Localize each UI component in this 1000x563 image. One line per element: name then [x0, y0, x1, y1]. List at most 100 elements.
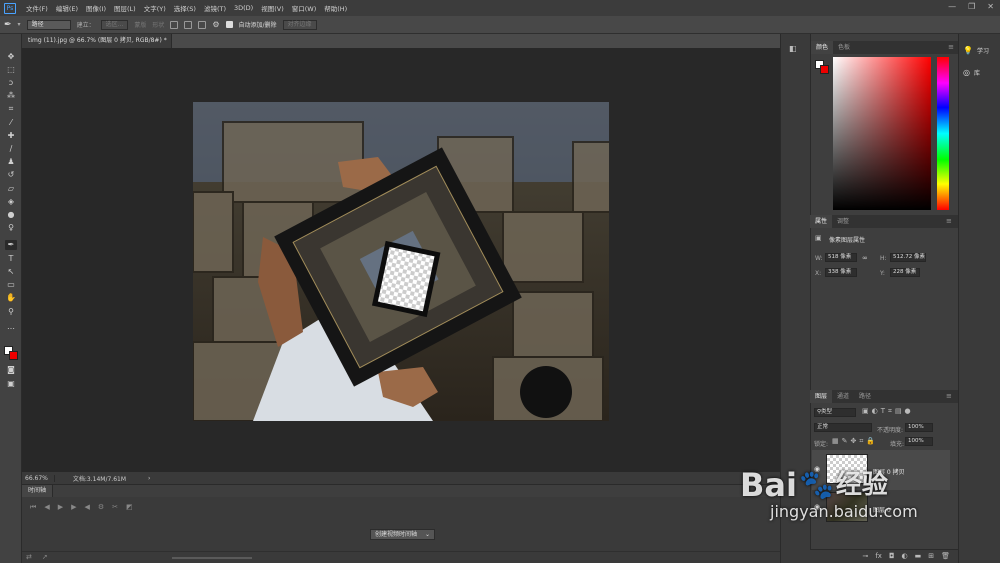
- close-window-button[interactable]: ✕: [987, 2, 994, 11]
- eyedropper-tool-icon[interactable]: ⁄: [5, 118, 17, 128]
- menu-edit[interactable]: 编辑(E): [52, 3, 82, 13]
- layer-filter-select[interactable]: ⚲类型: [814, 408, 856, 417]
- paint-bucket-tool-icon[interactable]: ◈: [5, 197, 17, 207]
- lasso-tool-icon[interactable]: ↄ: [5, 78, 17, 88]
- opacity-field[interactable]: 100%: [905, 423, 933, 432]
- quick-mask-icon[interactable]: ◙: [5, 365, 17, 375]
- tab-swatches[interactable]: 色板: [833, 41, 855, 54]
- menu-filter[interactable]: 滤镜(T): [200, 3, 230, 13]
- history-brush-tool-icon[interactable]: ↺: [5, 170, 17, 180]
- auto-add-delete-checkbox[interactable]: [225, 21, 233, 28]
- minimize-button[interactable]: —: [948, 2, 956, 11]
- gear-icon[interactable]: ⚙: [212, 20, 219, 29]
- hue-slider[interactable]: [937, 57, 949, 210]
- path-selection-tool-icon[interactable]: ↖: [5, 267, 17, 277]
- pen-tool-icon[interactable]: ✒: [4, 20, 12, 30]
- width-field[interactable]: 518 像素: [825, 253, 857, 262]
- path-arrangement-icon[interactable]: [198, 20, 207, 29]
- rectangle-tool-icon[interactable]: ▭: [5, 280, 17, 290]
- menu-view[interactable]: 视图(V): [257, 3, 288, 13]
- fill-field[interactable]: 100%: [905, 437, 933, 446]
- add-mask-icon[interactable]: ◘: [889, 550, 895, 563]
- previous-frame-icon[interactable]: ◀︎: [44, 503, 49, 511]
- blur-tool-icon[interactable]: ●: [5, 210, 17, 220]
- trash-icon[interactable]: 🗑: [941, 550, 950, 563]
- status-menu-arrow[interactable]: ›: [126, 475, 150, 482]
- zoom-level[interactable]: 66.67%: [22, 474, 55, 482]
- marquee-tool-icon[interactable]: ⬚: [5, 65, 17, 75]
- type-tool-icon[interactable]: T: [5, 254, 17, 264]
- first-frame-icon[interactable]: ⏮: [30, 503, 36, 512]
- dodge-tool-icon[interactable]: ♀: [5, 223, 17, 233]
- fx-icon[interactable]: fx: [875, 550, 882, 563]
- shape-button[interactable]: 形状: [152, 20, 164, 29]
- more-tools-icon[interactable]: …: [5, 322, 17, 332]
- height-field[interactable]: 512.72 像素: [890, 253, 926, 262]
- eraser-tool-icon[interactable]: ▱: [5, 184, 17, 194]
- transition-icon[interactable]: ◩: [126, 503, 133, 511]
- layer-filter-icons[interactable]: ▣◐T⌗▤●: [862, 407, 914, 416]
- clone-stamp-tool-icon[interactable]: ♟: [5, 157, 17, 167]
- zoom-tool-icon[interactable]: ⚲: [5, 307, 17, 317]
- tool-mode-select[interactable]: 路径: [26, 19, 71, 30]
- align-edges-button[interactable]: 对齐边缘: [282, 19, 317, 30]
- document-tab[interactable]: timg (11).jpg @ 66.7% (图层 0 拷贝, RGB/8#) …: [22, 34, 177, 48]
- link-icon[interactable]: ∞: [862, 254, 868, 262]
- adjustment-layer-icon[interactable]: ◐: [902, 550, 908, 563]
- blend-mode-select[interactable]: 正常: [814, 423, 872, 432]
- tab-paths[interactable]: 路径: [854, 390, 876, 403]
- tab-layers[interactable]: 图层: [810, 390, 833, 403]
- brush-tool-icon[interactable]: ∕: [5, 144, 17, 154]
- library-item[interactable]: ◎ 库: [963, 68, 980, 77]
- convert-animation-icon[interactable]: ⇄: [26, 553, 32, 561]
- new-group-icon[interactable]: ▬: [915, 550, 922, 563]
- render-video-icon[interactable]: ➚: [42, 553, 48, 561]
- menu-3d[interactable]: 3D(D): [230, 4, 257, 12]
- color-field[interactable]: [833, 57, 931, 210]
- healing-brush-tool-icon[interactable]: ✚: [5, 131, 17, 141]
- hand-tool-icon[interactable]: ✋: [5, 293, 17, 303]
- maximize-button[interactable]: ❐: [968, 2, 975, 11]
- next-frame-icon[interactable]: ▶︎: [71, 503, 76, 511]
- menu-help[interactable]: 帮助(H): [320, 3, 351, 13]
- settings-icon[interactable]: ⚙: [98, 503, 104, 511]
- zoom-slider[interactable]: [172, 557, 252, 559]
- crop-tool-icon[interactable]: ⌗: [5, 104, 17, 114]
- link-layers-icon[interactable]: ⊸: [862, 550, 868, 563]
- split-icon[interactable]: ✂: [112, 503, 118, 511]
- move-tool-icon[interactable]: ✥: [5, 52, 17, 62]
- menu-type[interactable]: 文字(Y): [140, 3, 170, 13]
- selection-button[interactable]: 选区...: [100, 19, 129, 30]
- magic-wand-tool-icon[interactable]: ⁂: [5, 91, 17, 101]
- tab-adjustments[interactable]: 调整: [832, 215, 854, 228]
- play-icon[interactable]: ▶︎: [58, 503, 63, 511]
- color-panel-background-swatch[interactable]: [820, 65, 829, 74]
- background-color-swatch[interactable]: [9, 351, 18, 360]
- audio-icon[interactable]: ◀︎: [84, 503, 89, 511]
- learn-item[interactable]: 💡 学习: [963, 46, 989, 55]
- lock-icons[interactable]: ▦✎✥⌗🔒: [832, 437, 878, 446]
- tool-preset-arrow[interactable]: ▾: [18, 21, 21, 28]
- tab-color[interactable]: 颜色: [811, 41, 834, 54]
- document-image[interactable]: [193, 102, 609, 421]
- panel-toggle-icon[interactable]: ◧: [789, 44, 797, 53]
- path-operations-icon[interactable]: [170, 20, 179, 29]
- menu-file[interactable]: 文件(F): [22, 3, 52, 13]
- menu-layer[interactable]: 图层(L): [110, 3, 140, 13]
- mask-button[interactable]: 蒙版: [134, 20, 146, 29]
- pen-tool-icon[interactable]: ✒: [5, 240, 17, 250]
- menu-image[interactable]: 图像(I): [82, 3, 110, 13]
- create-video-timeline-button[interactable]: 创建视频时间轴 ⌄: [370, 529, 436, 540]
- tab-properties[interactable]: 属性: [810, 215, 833, 228]
- path-alignment-icon[interactable]: [184, 20, 193, 29]
- menu-select[interactable]: 选择(S): [170, 3, 200, 13]
- y-field[interactable]: 228 像素: [890, 268, 920, 277]
- x-field[interactable]: 338 像素: [825, 268, 857, 277]
- chevron-down-icon[interactable]: ⌄: [425, 530, 430, 539]
- tab-channels[interactable]: 通道: [832, 390, 854, 403]
- menu-window[interactable]: 窗口(W): [288, 3, 321, 13]
- new-layer-icon[interactable]: ⊞: [928, 550, 934, 563]
- screen-mode-icon[interactable]: ▣: [5, 379, 17, 389]
- color-panel-menu-icon[interactable]: ≡: [948, 43, 954, 51]
- timeline-tab[interactable]: 时间轴: [22, 485, 54, 497]
